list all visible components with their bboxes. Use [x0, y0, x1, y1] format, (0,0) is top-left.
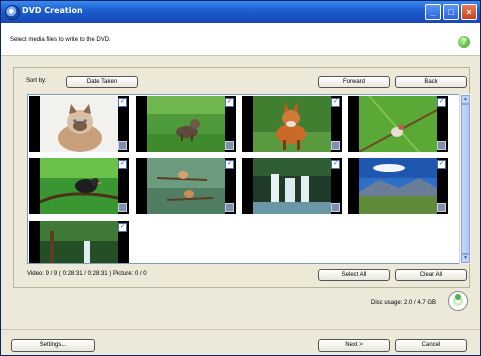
thumbnail-item[interactable]: ✓ [29, 158, 129, 214]
thumbnail-item[interactable]: ✓ [242, 158, 342, 214]
sort-date-taken-button[interactable]: Date Taken [66, 76, 138, 88]
birds-twigs-photo [147, 158, 225, 214]
video-badge-icon [331, 141, 340, 150]
title-bar[interactable]: DVD Creation _ □ × [1, 1, 480, 23]
fox-photo [253, 96, 331, 152]
footer-divider [1, 329, 480, 330]
cancel-button[interactable]: Cancel [395, 339, 467, 352]
thumbnail-item[interactable]: ✓ [348, 158, 448, 214]
kitten-photo [147, 96, 225, 152]
next-button[interactable]: Next > [318, 339, 390, 352]
checkbox-icon[interactable]: ✓ [118, 160, 127, 169]
clear-all-button[interactable]: Clear All [395, 269, 467, 281]
window-title: DVD Creation [22, 6, 83, 15]
video-badge-icon [118, 203, 127, 212]
checkbox-icon[interactable]: ✓ [331, 160, 340, 169]
thumbnail-item[interactable]: ✓ [29, 96, 129, 152]
thumbnail-item[interactable]: ✓ [242, 96, 342, 152]
close-button[interactable]: × [461, 4, 477, 20]
media-count-status: Video: 9 / 9 ( 0:28:31 / 0:28:31 ) Pictu… [27, 271, 147, 277]
waterfall-photo [253, 158, 331, 214]
dvd-creation-window: DVD Creation _ □ × Select media files to… [0, 0, 481, 356]
disc-usage-text: Disc usage: 2.0 / 4.7 GB [371, 300, 437, 306]
minimize-button[interactable]: _ [425, 4, 441, 20]
help-icon[interactable]: ? [458, 36, 470, 48]
checkbox-icon[interactable]: ✓ [331, 98, 340, 107]
video-badge-icon [437, 141, 446, 150]
thumbnail-item[interactable]: ✓ [136, 158, 236, 214]
checkbox-icon[interactable]: ✓ [225, 98, 234, 107]
scroll-up-icon[interactable]: ▲ [461, 95, 470, 104]
settings-button[interactable]: Settings... [11, 339, 95, 352]
dvd-app-icon [5, 5, 20, 20]
sort-label: Sort by: [26, 78, 47, 84]
forest-waterfall-photo [40, 221, 118, 263]
video-badge-icon [225, 203, 234, 212]
thumbnail-item[interactable]: ✓ [348, 96, 448, 152]
video-badge-icon [118, 141, 127, 150]
cat-photo [40, 96, 118, 152]
scroll-thumb[interactable] [461, 104, 470, 254]
disc-usage-icon [448, 291, 468, 311]
select-all-button[interactable]: Select All [318, 269, 390, 281]
mountain-photo [359, 158, 437, 214]
bird-branch-photo [359, 96, 437, 152]
header-panel: Select media files to write to the DVD. … [1, 23, 480, 56]
checkbox-icon[interactable]: ✓ [437, 160, 446, 169]
scroll-down-icon[interactable]: ▼ [461, 254, 470, 263]
checkbox-icon[interactable]: ✓ [118, 223, 127, 232]
checkbox-icon[interactable]: ✓ [437, 98, 446, 107]
forward-button[interactable]: Forward [318, 76, 390, 88]
checkbox-icon[interactable]: ✓ [225, 160, 234, 169]
thumbnail-grid[interactable]: ✓ ✓ ✓ ✓ ✓ ✓ ✓ ✓ ✓ [27, 94, 470, 264]
back-button[interactable]: Back [395, 76, 467, 88]
maximize-button[interactable]: □ [443, 4, 459, 20]
instruction-text: Select media files to write to the DVD. [10, 37, 111, 43]
blackbird-photo [40, 158, 118, 214]
thumbnail-scrollbar[interactable]: ▲ ▼ [459, 94, 471, 264]
checkbox-icon[interactable]: ✓ [118, 98, 127, 107]
thumbnail-item[interactable]: ✓ [136, 96, 236, 152]
thumbnail-item[interactable]: ✓ [29, 221, 129, 263]
video-badge-icon [437, 203, 446, 212]
video-badge-icon [331, 203, 340, 212]
video-badge-icon [225, 141, 234, 150]
